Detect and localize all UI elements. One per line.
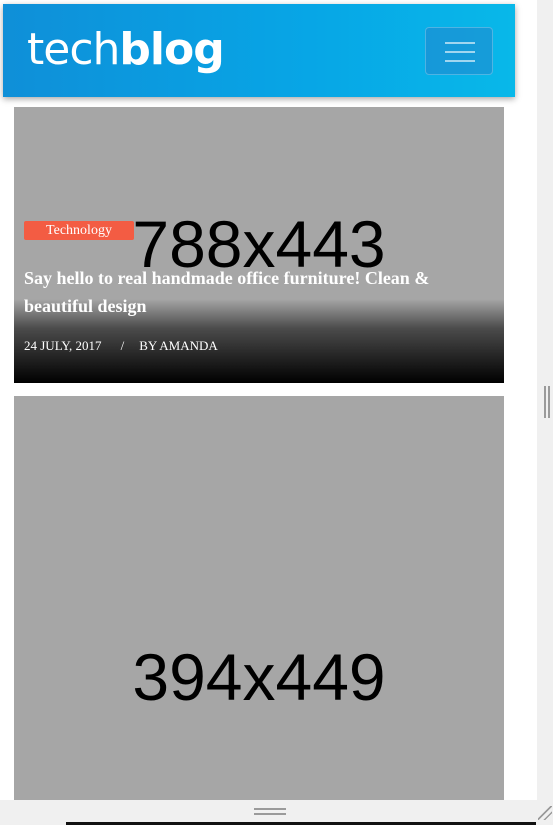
hamburger-icon xyxy=(445,60,475,62)
hamburger-icon xyxy=(445,42,475,44)
post-date: 24 JULY, 2017 xyxy=(24,338,102,353)
meta-separator: / xyxy=(120,338,125,353)
page-viewport: techblog 788x443 Technology Say hello to… xyxy=(0,0,537,800)
site-header: techblog xyxy=(3,4,515,97)
resize-corner-icon[interactable] xyxy=(538,806,552,820)
logo-text-light: tech xyxy=(27,24,120,75)
post-title[interactable]: Say hello to real handmade office furnit… xyxy=(24,264,494,320)
menu-toggle-button[interactable] xyxy=(425,27,493,75)
post-card[interactable]: 394x449 xyxy=(14,396,504,800)
vertical-resize-grip-icon[interactable] xyxy=(544,386,550,418)
horizontal-resize-grip-icon[interactable] xyxy=(254,808,286,815)
hamburger-icon xyxy=(445,51,475,53)
post-author[interactable]: BY AMANDA xyxy=(139,338,218,353)
category-badge[interactable]: Technology xyxy=(24,221,134,240)
post-meta: 24 JULY, 2017 / BY AMANDA xyxy=(24,338,218,354)
featured-post-card[interactable]: 788x443 Technology Say hello to real han… xyxy=(14,107,504,383)
site-logo[interactable]: techblog xyxy=(27,22,225,78)
logo-text-bold: blog xyxy=(119,24,224,75)
post-image-placeholder: 394x449 xyxy=(132,640,386,714)
